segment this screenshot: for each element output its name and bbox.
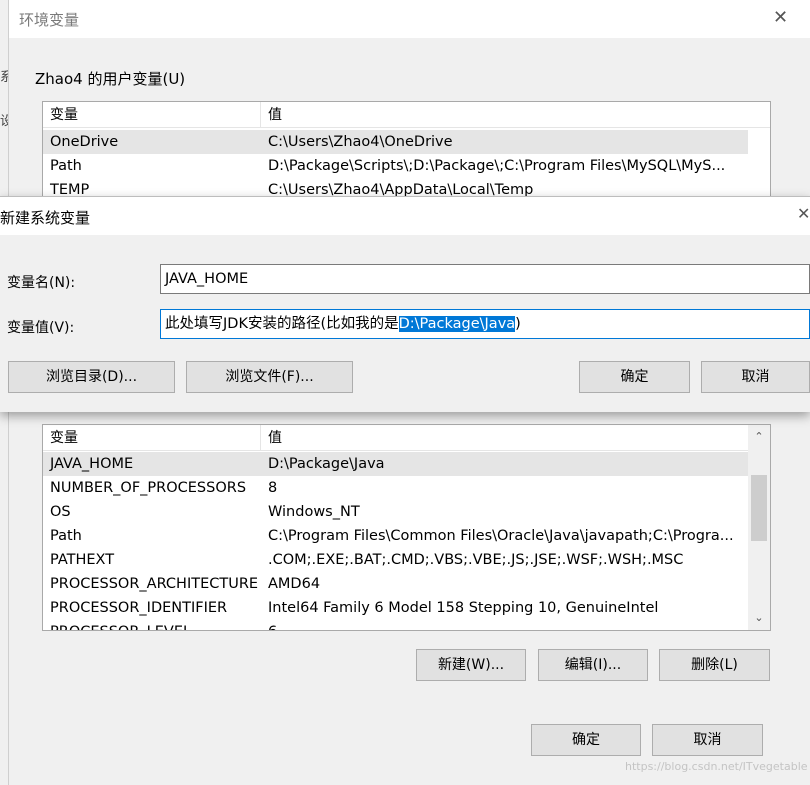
scroll-thumb[interactable] bbox=[751, 475, 767, 541]
user-variables-label: Zhao4 的用户变量(U) bbox=[35, 70, 186, 88]
cancel-button[interactable]: 取消 bbox=[701, 361, 810, 393]
variable-name: PATHEXT bbox=[50, 552, 115, 568]
variable-value: Intel64 Family 6 Model 158 Stepping 10, … bbox=[268, 600, 659, 616]
env-dialog-title: 环境变量 bbox=[19, 11, 80, 29]
variable-value: 8 bbox=[268, 480, 278, 496]
variable-value-suffix: ) bbox=[515, 316, 521, 332]
table-row[interactable]: Path D:\Package\Scripts\;D:\Package\;C:\… bbox=[43, 154, 748, 178]
column-header-variable[interactable]: 变量 bbox=[43, 102, 261, 128]
variable-value: D:\Package\Scripts\;D:\Package\;C:\Progr… bbox=[268, 158, 726, 174]
table-row[interactable]: Path C:\Program Files\Common Files\Oracl… bbox=[43, 524, 748, 548]
variable-value: D:\Package\Java bbox=[268, 456, 385, 472]
variable-name: JAVA_HOME bbox=[50, 456, 134, 472]
table-row[interactable]: TEMP C:\Users\Zhao4\AppData\Local\Temp bbox=[43, 178, 748, 197]
browse-directory-button[interactable]: 浏览目录(D)... bbox=[8, 361, 175, 393]
column-header-value[interactable]: 值 bbox=[261, 425, 748, 451]
table-row[interactable]: PROCESSOR_ARCHITECTURE AMD64 bbox=[43, 572, 748, 596]
new-dialog-titlebar: 新建系统变量 ✕ bbox=[0, 197, 810, 235]
user-list-header: 变量 值 bbox=[43, 102, 770, 128]
system-variables-list[interactable]: 变量 值 JAVA_HOME D:\Package\Java NUMBER_OF… bbox=[42, 424, 771, 631]
ok-button[interactable]: 确定 bbox=[579, 361, 690, 393]
new-variable-button[interactable]: 新建(W)... bbox=[416, 649, 526, 681]
table-row[interactable]: PATHEXT .COM;.EXE;.BAT;.CMD;.VBS;.VBE;.J… bbox=[43, 548, 748, 572]
variable-value-text: 此处填写JDK安装的路径(比如我的是 bbox=[165, 316, 399, 332]
user-variables-list[interactable]: 变量 值 OneDrive C:\Users\Zhao4\OneDrive Pa… bbox=[42, 101, 771, 197]
variable-value: 6 bbox=[261, 620, 748, 630]
variable-value: C:\Users\Zhao4\OneDrive bbox=[268, 134, 453, 150]
variable-value: .COM;.EXE;.BAT;.CMD;.VBS;.VBE;.JS;.JSE;.… bbox=[268, 552, 684, 568]
table-row[interactable]: OS Windows_NT bbox=[43, 500, 748, 524]
watermark: https://blog.csdn.net/ITvegetable bbox=[625, 760, 808, 773]
scroll-down-icon[interactable]: ⌄ bbox=[748, 608, 770, 628]
variable-value-selection: D:\Package\Java bbox=[398, 316, 516, 332]
column-header-value[interactable]: 值 bbox=[261, 102, 749, 128]
variable-name: PROCESSOR_ARCHITECTURE bbox=[50, 576, 259, 592]
new-system-variable-dialog: 新建系统变量 ✕ 变量名(N): JAVA_HOME 变量值(V): 此处填写J… bbox=[0, 196, 810, 412]
edit-variable-button[interactable]: 编辑(I)... bbox=[538, 649, 648, 681]
system-list-scrollbar[interactable]: ⌃ ⌄ bbox=[748, 425, 770, 630]
variable-name: PROCESSOR_LEVEL bbox=[43, 620, 261, 630]
table-row[interactable]: PROCESSOR_LEVEL 6 bbox=[43, 620, 748, 630]
close-icon[interactable]: ✕ bbox=[797, 206, 810, 222]
variable-name: Path bbox=[50, 158, 82, 174]
variable-value: C:\Program Files\Common Files\Oracle\Jav… bbox=[268, 528, 734, 544]
variable-name: TEMP bbox=[50, 182, 90, 197]
new-dialog-title: 新建系统变量 bbox=[0, 209, 91, 227]
table-row[interactable]: JAVA_HOME D:\Package\Java bbox=[43, 452, 748, 476]
variable-name: OS bbox=[50, 504, 71, 520]
variable-value: C:\Users\Zhao4\AppData\Local\Temp bbox=[268, 182, 534, 197]
system-list-header: 变量 值 bbox=[43, 425, 748, 451]
variable-name-input-text: JAVA_HOME bbox=[165, 271, 249, 287]
variable-value: AMD64 bbox=[268, 576, 321, 592]
column-header-variable[interactable]: 变量 bbox=[43, 425, 261, 451]
scroll-up-icon[interactable]: ⌃ bbox=[748, 427, 770, 447]
env-titlebar: 环境变量 ✕ bbox=[9, 0, 810, 38]
ok-button[interactable]: 确定 bbox=[531, 724, 641, 756]
variable-name-label: 变量名(N): bbox=[7, 275, 76, 291]
variable-name: OneDrive bbox=[50, 134, 119, 150]
table-row[interactable]: NUMBER_OF_PROCESSORS 8 bbox=[43, 476, 748, 500]
variable-name: Path bbox=[50, 528, 82, 544]
variable-value-input[interactable]: 此处填写JDK安装的路径(比如我的是D:\Package\Java) bbox=[160, 309, 810, 339]
variable-value-label: 变量值(V): bbox=[7, 320, 75, 336]
browse-file-button[interactable]: 浏览文件(F)... bbox=[186, 361, 353, 393]
variable-name: PROCESSOR_IDENTIFIER bbox=[50, 600, 228, 616]
variable-name-input[interactable]: JAVA_HOME bbox=[160, 264, 810, 294]
close-icon[interactable]: ✕ bbox=[773, 9, 788, 27]
delete-variable-button[interactable]: 删除(L) bbox=[659, 649, 770, 681]
variable-value: Windows_NT bbox=[268, 504, 360, 520]
table-row[interactable]: PROCESSOR_IDENTIFIER Intel64 Family 6 Mo… bbox=[43, 596, 748, 620]
variable-name: NUMBER_OF_PROCESSORS bbox=[50, 480, 247, 496]
table-row[interactable]: OneDrive C:\Users\Zhao4\OneDrive bbox=[43, 130, 748, 154]
cancel-button[interactable]: 取消 bbox=[652, 724, 763, 756]
